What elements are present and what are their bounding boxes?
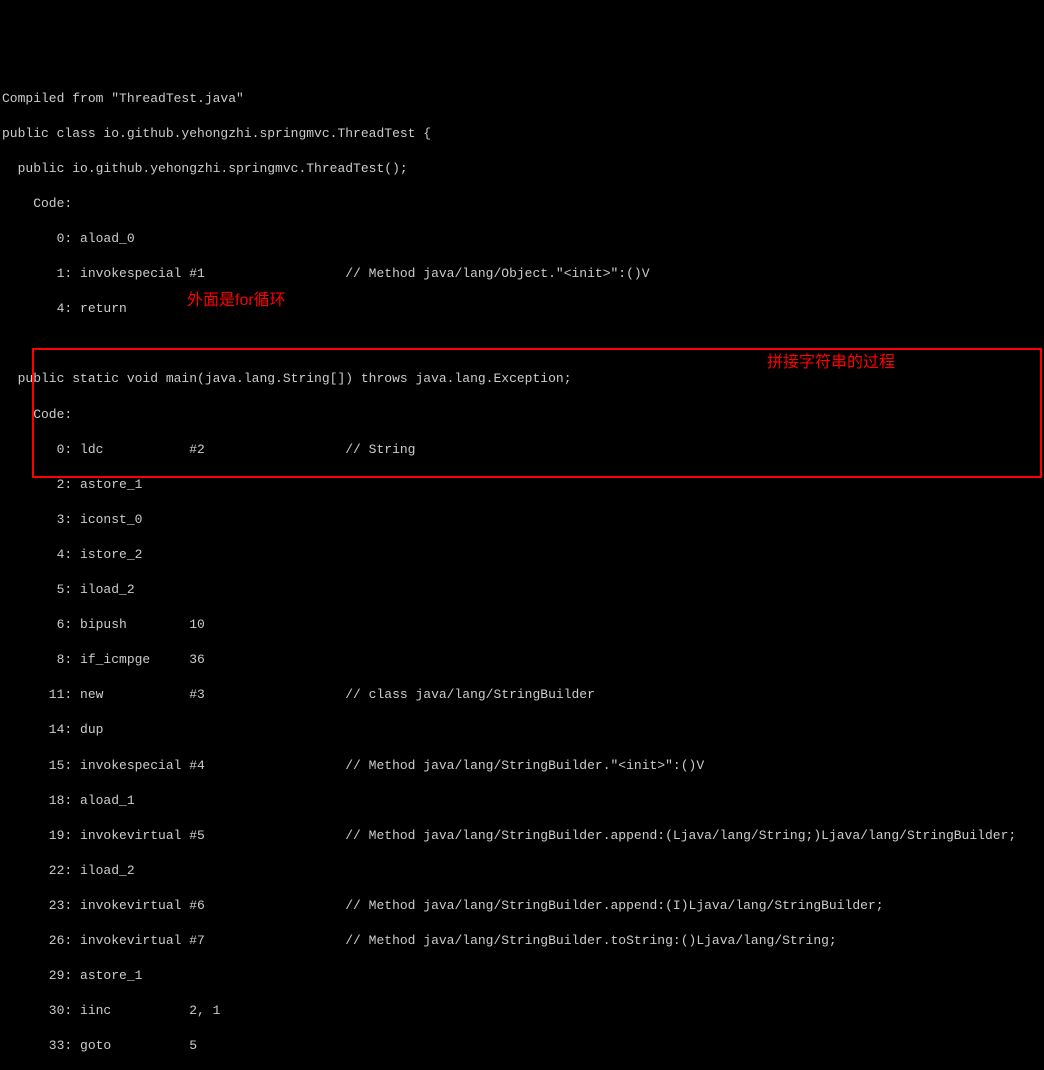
terminal-output: Compiled from "ThreadTest.java" public c… xyxy=(2,72,1042,1070)
bytecode-line: 22: iload_2 xyxy=(2,862,1042,880)
string-concat-annotation: 拼接字符串的过程 xyxy=(767,352,895,374)
class-declaration: public class io.github.yehongzhi.springm… xyxy=(2,125,1042,143)
bytecode-line: 8: if_icmpge 36 xyxy=(2,651,1042,669)
bytecode-line: 15: invokespecial #4 // Method java/lang… xyxy=(2,757,1042,775)
bytecode-line: 3: iconst_0 xyxy=(2,511,1042,529)
bytecode-line: 11: new #3 // class java/lang/StringBuil… xyxy=(2,686,1042,704)
bytecode-line: 26: invokevirtual #7 // Method java/lang… xyxy=(2,932,1042,950)
bytecode-line: 33: goto 5 xyxy=(2,1037,1042,1055)
blank-line xyxy=(2,335,1042,353)
bytecode-line: 4: istore_2 xyxy=(2,546,1042,564)
bytecode-line: 0: aload_0 xyxy=(2,230,1042,248)
bytecode-line: 4: return xyxy=(2,300,1042,318)
bytecode-line: 18: aload_1 xyxy=(2,792,1042,810)
bytecode-line: 6: bipush 10 xyxy=(2,616,1042,634)
for-loop-annotation: 外面是for循环 xyxy=(187,290,286,312)
bytecode-line: 5: iload_2 xyxy=(2,581,1042,599)
bytecode-line: 14: dup xyxy=(2,721,1042,739)
code-label: Code: xyxy=(2,406,1042,424)
code-label: Code: xyxy=(2,195,1042,213)
bytecode-line: 1: invokespecial #1 // Method java/lang/… xyxy=(2,265,1042,283)
bytecode-line: 23: invokevirtual #6 // Method java/lang… xyxy=(2,897,1042,915)
bytecode-line: 19: invokevirtual #5 // Method java/lang… xyxy=(2,827,1042,845)
bytecode-line: 0: ldc #2 // String xyxy=(2,441,1042,459)
bytecode-line: 29: astore_1 xyxy=(2,967,1042,985)
compiled-from-line: Compiled from "ThreadTest.java" xyxy=(2,90,1042,108)
bytecode-line: 2: astore_1 xyxy=(2,476,1042,494)
constructor-signature: public io.github.yehongzhi.springmvc.Thr… xyxy=(2,160,1042,178)
bytecode-line: 30: iinc 2, 1 xyxy=(2,1002,1042,1020)
